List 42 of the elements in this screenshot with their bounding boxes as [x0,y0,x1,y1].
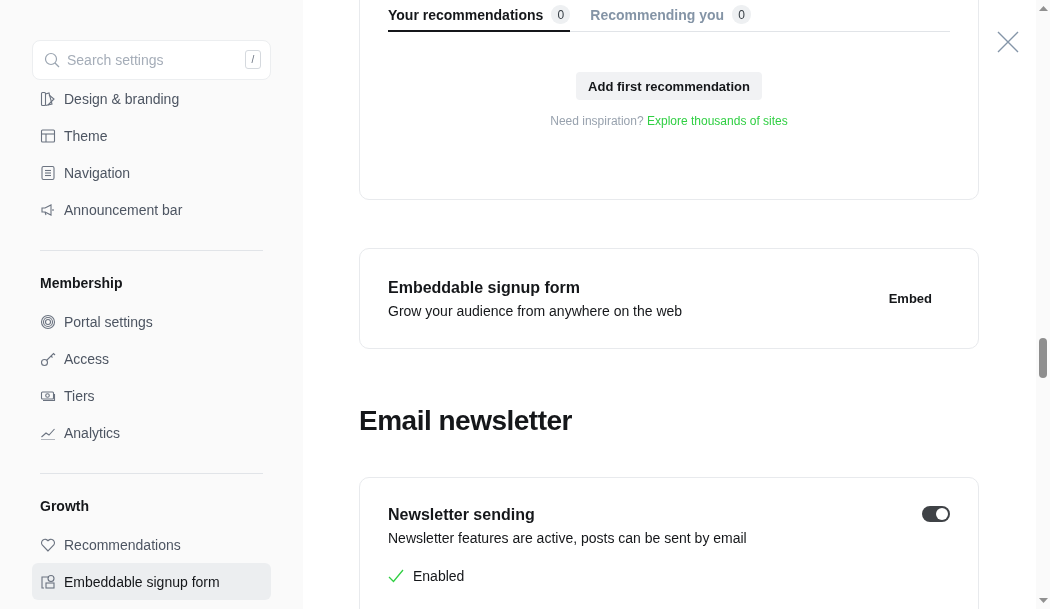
close-icon[interactable] [997,31,1019,53]
tab-label: Recommending you [590,6,725,23]
section-title: Email newsletter [359,405,573,437]
toggle-switch[interactable] [922,506,950,522]
embed-button[interactable]: Embed [882,290,938,307]
section-heading: Membership [39,275,124,293]
megaphone-icon [40,201,56,218]
card-description: Newsletter features are active, posts can be sent by email [388,530,747,546]
portal-icon [40,313,56,330]
layout-icon [40,127,56,144]
card-description: Grow your audience from anywhere on the web [388,302,683,319]
tab-label: Your recommendations [388,6,544,23]
scroll-up-icon[interactable] [1038,6,1048,11]
key-icon [40,350,56,367]
scroll-down-icon[interactable] [1038,598,1048,603]
scrollbar-thumb[interactable] [1039,338,1047,378]
sidebar-item[interactable]: Embeddable signup form [32,563,271,600]
count-badge: 0 [551,5,571,24]
check-icon [388,569,404,583]
list-icon [40,164,56,181]
tab[interactable]: Recommending you 0 [590,1,752,32]
sidebar-item[interactable]: Recommendations [32,526,271,563]
count-badge: 0 [732,5,752,24]
sidebar-item[interactable]: Portal settings [32,303,271,340]
sidebar-item[interactable]: Tiers [32,377,271,414]
card-title: Newsletter sending [388,506,536,524]
form-icon [40,573,56,590]
heart-icon [40,536,56,553]
palette-icon [40,90,56,107]
sidebar-item[interactable]: Access [32,340,271,377]
status-text: Enabled [413,568,465,584]
sidebar-item[interactable]: Announcement bar [32,191,271,228]
section-heading: Growth [39,498,90,516]
card-title: Embeddable signup form [388,278,581,297]
add-recommendation-button[interactable]: Add first recommendation [576,72,762,100]
inspiration-text: Need inspiration? Explore thousands of sites [550,114,788,128]
shortcut-key: / [245,50,261,69]
tab[interactable]: Your recommendations 0 [388,1,571,32]
sidebar-item[interactable]: Theme [32,117,271,154]
sidebar-item[interactable]: Analytics [32,414,271,451]
sidebar-item[interactable]: Navigation [32,154,271,191]
sidebar-item[interactable]: Design & branding [32,80,271,117]
